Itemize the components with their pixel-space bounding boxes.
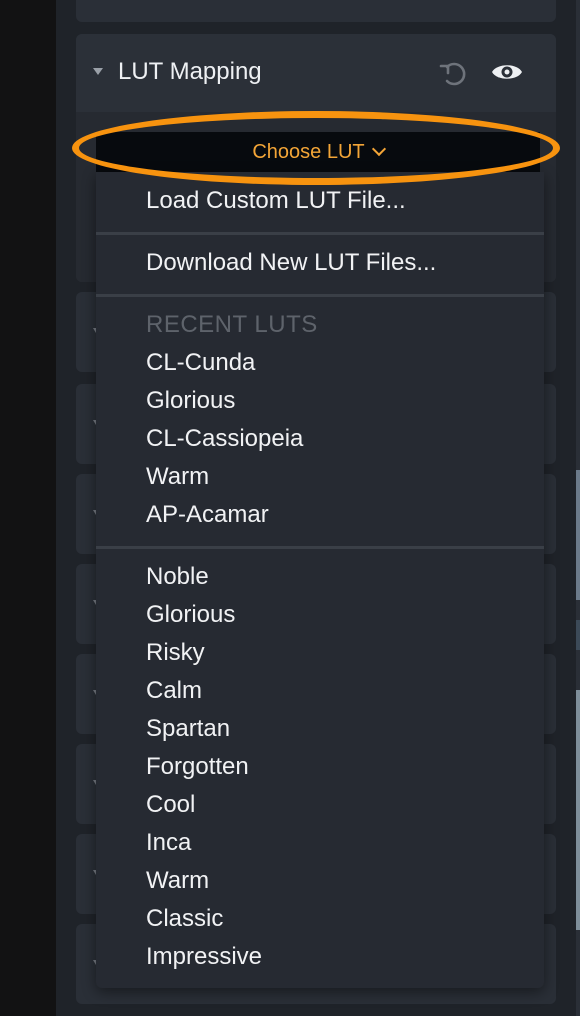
image-preview-edge [576, 0, 580, 1016]
triangle-down-icon[interactable] [93, 68, 103, 75]
choose-lut-label[interactable]: Choose LUT [96, 132, 540, 172]
load-custom-lut-item[interactable]: Load Custom LUT File... [146, 186, 406, 216]
lut-item[interactable]: Forgotten [146, 752, 249, 782]
menu-separator [96, 294, 544, 297]
undo-icon[interactable] [438, 58, 470, 90]
lut-item[interactable]: Impressive [146, 942, 262, 972]
photo-thumbnail-strip [576, 470, 580, 600]
lut-item[interactable]: Inca [146, 828, 191, 858]
lut-item[interactable]: Risky [146, 638, 205, 668]
lut-item[interactable]: Noble [146, 562, 209, 592]
photo-thumbnail-strip [576, 620, 580, 650]
menu-separator [96, 546, 544, 549]
section-title: LUT Mapping [118, 58, 262, 85]
download-luts-item[interactable]: Download New LUT Files... [146, 248, 436, 278]
lut-item[interactable]: Warm [146, 866, 209, 896]
lut-item[interactable]: Classic [146, 904, 223, 934]
lut-item[interactable]: Glorious [146, 600, 235, 630]
choose-lut-text: Choose LUT [252, 141, 365, 163]
choose-lut-dropdown[interactable]: Choose LUT [96, 132, 540, 172]
lut-item[interactable]: Calm [146, 676, 202, 706]
lut-dropdown-menu: Load Custom LUT File... Download New LUT… [96, 172, 544, 988]
menu-separator [96, 232, 544, 235]
previous-section-card [76, 0, 556, 22]
lut-item[interactable]: Cool [146, 790, 195, 820]
recent-lut-item[interactable]: Glorious [146, 386, 235, 416]
recent-lut-item[interactable]: CL-Cassiopeia [146, 424, 303, 454]
recent-lut-item[interactable]: Warm [146, 462, 209, 492]
lut-item[interactable]: Spartan [146, 714, 230, 744]
eye-icon[interactable] [490, 58, 524, 86]
left-canvas-edge [0, 0, 56, 1016]
recent-lut-item[interactable]: AP-Acamar [146, 500, 269, 530]
chevron-down-icon [371, 141, 386, 157]
recent-luts-header: RECENT LUTS [146, 311, 318, 338]
photo-thumbnail-strip [576, 690, 580, 930]
recent-lut-item[interactable]: CL-Cunda [146, 348, 255, 378]
